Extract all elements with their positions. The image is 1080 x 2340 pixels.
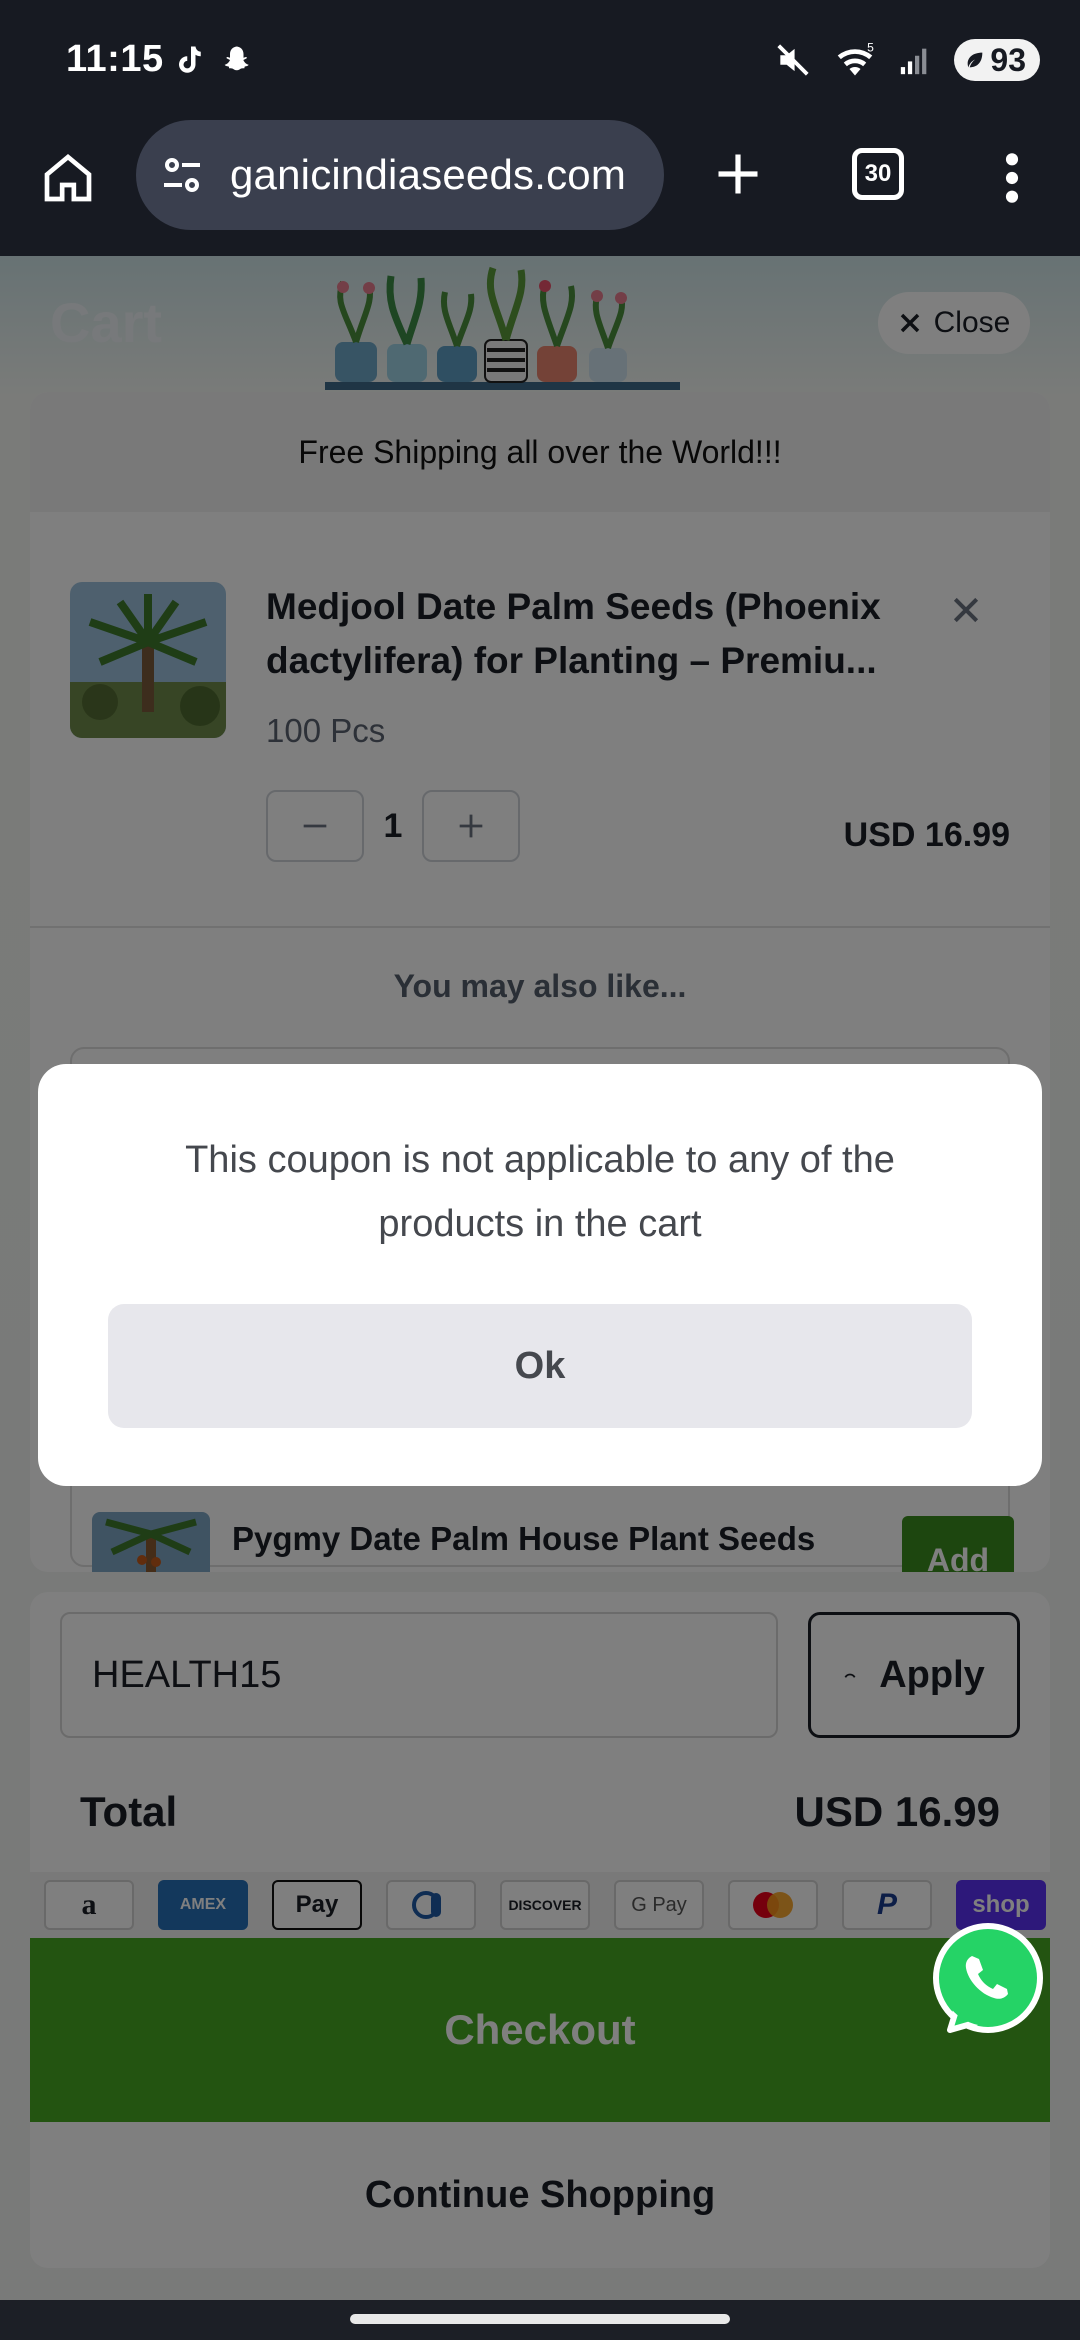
tiktok-icon (179, 46, 201, 73)
leaf-icon (968, 52, 983, 68)
signal-icon (901, 48, 927, 75)
more-options-icon[interactable] (1000, 150, 1024, 206)
home-icon[interactable] (40, 150, 96, 206)
wifi-icon: 5 (838, 41, 874, 76)
browser-toolbar: ganicindiaseeds.com 30 (0, 120, 1080, 256)
status-bar: 11:15 5 93 (0, 0, 1080, 120)
snapchat-icon (224, 46, 249, 71)
navigation-bar (0, 2300, 1080, 2340)
tab-count: 30 (864, 160, 892, 187)
tab-switcher-button[interactable]: 30 (852, 148, 904, 200)
gesture-handle[interactable] (350, 2314, 730, 2324)
battery-icon: 93 (954, 39, 1040, 81)
status-time: 11:15 (66, 38, 164, 80)
svg-text:5: 5 (867, 41, 874, 54)
battery-level: 93 (990, 41, 1026, 78)
coupon-error-dialog: This coupon is not applicable to any of … (38, 1064, 1042, 1486)
mute-icon (777, 44, 809, 76)
ok-button[interactable]: Ok (108, 1304, 972, 1428)
address-bar[interactable]: ganicindiaseeds.com (136, 120, 664, 230)
url-text: ganicindiaseeds.com (230, 151, 627, 198)
site-settings-icon[interactable] (158, 151, 206, 199)
dialog-message: This coupon is not applicable to any of … (185, 1139, 895, 1245)
new-tab-icon[interactable] (712, 148, 764, 200)
whatsapp-icon[interactable] (928, 1922, 1044, 2038)
